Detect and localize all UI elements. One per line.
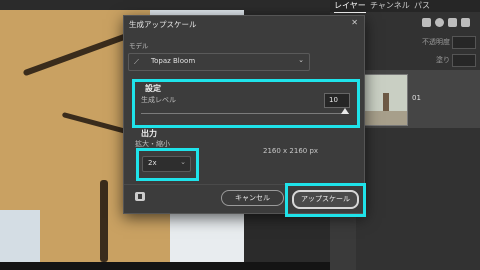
scale-value: 2x (148, 159, 157, 167)
fill-input[interactable] (452, 54, 476, 67)
fill-row: 塗り (358, 54, 478, 67)
feedback-icon[interactable] (135, 192, 145, 201)
shape-filter-icon[interactable] (461, 18, 470, 27)
layer-thumbnail (364, 74, 408, 126)
scale-select[interactable]: 2x ⌄ (142, 156, 191, 172)
upscale-highlight: アップスケール (285, 183, 366, 217)
image-filter-icon[interactable] (422, 18, 431, 27)
adjustment-filter-icon[interactable] (435, 18, 444, 27)
fill-label: 塗り (436, 56, 450, 64)
model-select[interactable]: ⟋ Topaz Bloom ⌄ (128, 53, 310, 71)
tab-paths[interactable]: パス (414, 0, 430, 12)
upscale-button[interactable]: アップスケール (292, 190, 359, 209)
chevron-down-icon: ⌄ (180, 158, 186, 166)
tab-channels[interactable]: チャンネル (370, 0, 410, 12)
brush-sparkle-icon: ⟋ (134, 58, 139, 66)
settings-title: 設定 (145, 84, 161, 93)
dialog-title: 生成アップスケール (129, 20, 197, 29)
layers-panel-tabs: レイヤー チャンネル パス (330, 0, 480, 13)
opacity-row: 不透明度 (358, 36, 478, 49)
model-label: モデル (129, 42, 149, 50)
generation-level-input[interactable]: 10 (324, 93, 350, 108)
cancel-button[interactable]: キャンセル (221, 190, 284, 206)
generation-level-slider[interactable] (141, 113, 349, 114)
scale-highlight: 2x ⌄ (136, 148, 199, 181)
slider-thumb[interactable] (341, 108, 349, 114)
text-filter-icon[interactable] (448, 18, 457, 27)
opacity-label: 不透明度 (422, 38, 450, 46)
close-icon[interactable]: ✕ (351, 18, 358, 27)
model-value: Topaz Bloom (151, 57, 196, 65)
tab-layers[interactable]: レイヤー (334, 0, 366, 13)
opacity-input[interactable] (452, 36, 476, 49)
output-title: 出力 (141, 129, 157, 138)
layer-row[interactable]: 01 (356, 70, 480, 128)
generation-level-label: 生成レベル (141, 96, 176, 104)
settings-section: 設定 生成レベル 10 (132, 79, 360, 128)
output-size: 2160 x 2160 px (263, 147, 319, 155)
layer-name[interactable]: 01 (412, 94, 421, 102)
chevron-down-icon: ⌄ (298, 56, 304, 64)
generative-upscale-dialog: 生成アップスケール ✕ モデル ⟋ Topaz Bloom ⌄ 設定 生成レベル… (123, 15, 366, 217)
